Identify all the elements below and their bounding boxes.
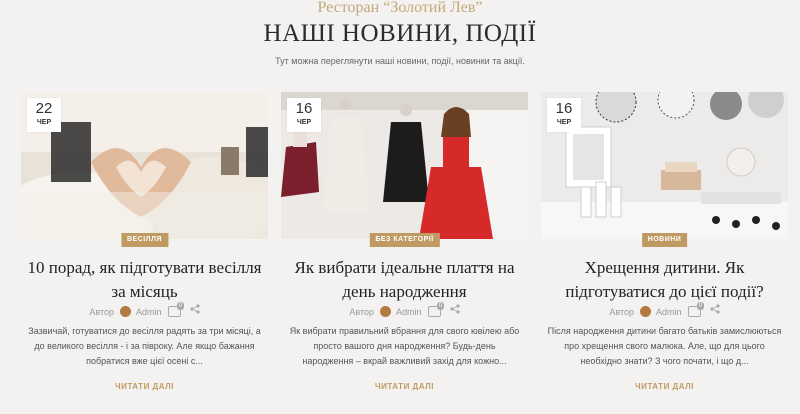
post-meta: Автор Admin 0 [21,302,268,319]
post-excerpt: Після народження дитини багато батьків з… [547,326,782,366]
share-icon[interactable] [709,304,720,314]
date-month: ЧЕР [556,119,572,126]
post-date: 16 ЧЕР [287,98,321,132]
comment-icon[interactable]: 0 [428,302,445,318]
post-image-wedding[interactable]: 22 ЧЕР [21,92,268,239]
date-day: 16 [555,100,573,117]
post-date: 22 ЧЕР [27,98,61,132]
category-badge[interactable]: БЕЗ КАТЕГОРІЇ [369,233,440,247]
share-icon[interactable] [189,304,200,314]
restaurant-name: Ресторан “Золотий Лев” [317,0,483,16]
category-badge[interactable]: НОВИНИ [641,233,688,247]
read-more-link[interactable]: ЧИТАТИ ДАЛІ [281,382,528,391]
post-meta: Автор Admin 0 [541,302,788,319]
category-badge[interactable]: ВЕСІЛЛЯ [120,233,169,247]
comment-count: 0 [176,302,185,311]
news-card: 16 ЧЕР БЕЗ КАТЕГОРІЇ Як вибрати ідеальне… [281,92,528,414]
date-month: ЧЕР [296,119,312,126]
author-label: Автор [609,306,635,317]
post-title[interactable]: Хрещення дитини. Як підготуватися до ціє… [541,256,788,304]
author-avatar [379,306,391,318]
date-month: ЧЕР [36,119,52,126]
comment-icon[interactable]: 0 [688,302,705,318]
news-card: 16 ЧЕР НОВИНИ Хрещення дитини. Як підгот… [541,92,788,414]
section-heading: НАШІ НОВИНИ, ПОДІЇ [263,20,537,47]
post-image-dress[interactable]: 16 ЧЕР [281,92,528,239]
share-icon[interactable] [449,304,460,314]
date-day: 16 [295,100,313,117]
post-meta: Автор Admin 0 [281,302,528,319]
author-label: Автор [349,306,375,317]
comment-icon[interactable]: 0 [168,302,185,318]
comment-count: 0 [696,302,705,311]
date-day: 22 [35,100,53,117]
post-image-christening[interactable]: 16 ЧЕР [541,92,788,239]
author-avatar [639,306,651,318]
author-avatar [119,306,131,318]
news-card: 22 ЧЕР ВЕСІЛЛЯ 10 порад, як підготувати … [21,92,268,414]
author-name[interactable]: Admin [656,305,682,319]
author-name[interactable]: Admin [396,305,422,319]
post-title[interactable]: Як вибрати ідеальне плаття на день народ… [281,256,528,304]
post-title[interactable]: 10 порад, як підготувати весілля за міся… [21,256,268,304]
post-excerpt: Зазвичай, готуватися до весілля радять з… [28,326,261,366]
section-subtitle: Тут можна переглянути наші новини, події… [275,56,525,66]
read-more-link[interactable]: ЧИТАТИ ДАЛІ [541,382,788,391]
author-name[interactable]: Admin [136,305,162,319]
author-label: Автор [89,306,115,317]
read-more-link[interactable]: ЧИТАТИ ДАЛІ [21,382,268,391]
post-date: 16 ЧЕР [547,98,581,132]
post-excerpt: Як вибрати правильний вбрання для свого … [289,326,520,366]
comment-count: 0 [436,302,445,311]
